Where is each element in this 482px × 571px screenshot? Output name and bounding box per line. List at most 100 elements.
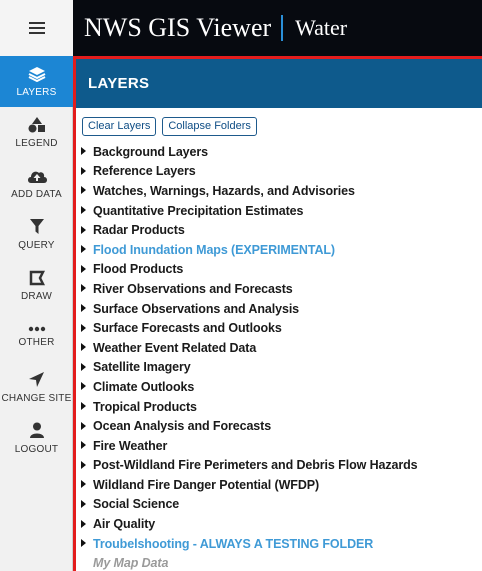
hamburger-icon — [28, 21, 45, 35]
layer-folder-label: Surface Forecasts and Outlooks — [93, 321, 282, 336]
layer-folder-label: Radar Products — [93, 223, 185, 238]
layer-folder[interactable]: Tropical Products — [81, 397, 481, 417]
more-dots-icon — [28, 326, 45, 331]
caret-right-icon — [81, 245, 86, 254]
layer-folder-label: Tropical Products — [93, 399, 197, 414]
layer-folder[interactable]: Post-Wildland Fire Perimeters and Debris… — [81, 456, 481, 476]
layer-folder-label: Wildland Fire Danger Potential (WFDP) — [93, 477, 320, 492]
caret-right-icon — [81, 480, 86, 489]
sidebar-item-change-site[interactable]: CHANGE SITE — [0, 362, 73, 413]
sidebar-item-label: DRAW — [21, 290, 52, 302]
caret-right-icon — [81, 441, 86, 450]
caret-right-icon — [81, 421, 86, 430]
layer-folder-label: Reference Layers — [93, 164, 196, 179]
sidebar-item-other[interactable]: OTHER — [0, 311, 73, 362]
caret-right-icon — [81, 402, 86, 411]
caret-right-icon — [81, 460, 86, 469]
sidebar-item-label: QUERY — [18, 240, 55, 251]
caret-right-icon — [81, 147, 86, 156]
layer-folder-label: Fire Weather — [93, 438, 168, 453]
layer-folder-label: Social Science — [93, 497, 180, 512]
caret-right-icon — [81, 186, 86, 195]
panel-actions: Clear Layers Collapse Folders — [82, 117, 257, 136]
sidebar-item-query[interactable]: QUERY — [0, 209, 73, 260]
layer-folder[interactable]: Ocean Analysis and Forecasts — [81, 416, 481, 436]
layer-folder-label: Background Layers — [93, 144, 209, 159]
layer-folder-label: Ocean Analysis and Forecasts — [93, 419, 272, 434]
layer-folder[interactable]: Wildland Fire Danger Potential (WFDP) — [81, 475, 481, 495]
caret-right-icon — [81, 264, 86, 273]
sidebar-item-label: LOGOUT — [14, 444, 59, 455]
layer-folder[interactable]: Air Quality — [81, 514, 481, 534]
caret-right-icon — [81, 343, 86, 352]
layer-folder[interactable]: Reference Layers — [81, 162, 481, 182]
layer-folder-label: Quantitative Precipitation Estimates — [93, 203, 304, 218]
sidebar-item-label: CHANGE SITE — [1, 393, 72, 404]
layer-folder-label: Surface Observations and Analysis — [93, 301, 300, 316]
layer-folder[interactable]: Weather Event Related Data — [81, 338, 481, 358]
layer-folder-label: Troubelshooting - ALWAYS A TESTING FOLDE… — [93, 536, 374, 551]
layers-icon — [28, 66, 45, 82]
layer-folder[interactable]: Flood Inundation Maps (EXPERIMENTAL) — [81, 240, 481, 260]
layer-folder[interactable]: Quantitative Precipitation Estimates — [81, 201, 481, 221]
collapse-folders-button[interactable]: Collapse Folders — [162, 117, 257, 136]
app-subtitle: Water — [295, 15, 348, 40]
caret-right-icon — [81, 304, 86, 313]
layer-folder[interactable]: Social Science — [81, 495, 481, 515]
layer-folder[interactable]: Surface Forecasts and Outlooks — [81, 318, 481, 338]
layers-panel: LAYERS Clear Layers Collapse Folders Bac… — [73, 56, 482, 571]
filter-icon — [29, 219, 44, 234]
caret-right-icon — [81, 519, 86, 528]
layer-folder-label: Watches, Warnings, Hazards, and Advisori… — [93, 183, 355, 198]
layer-folder[interactable]: Background Layers — [81, 142, 481, 162]
layer-folder-label: River Observations and Forecasts — [93, 281, 293, 296]
panel-title: LAYERS — [88, 75, 150, 92]
cloud-upload-icon — [27, 171, 47, 183]
layer-folder[interactable]: Satellite Imagery — [81, 358, 481, 378]
layer-folder[interactable]: Climate Outlooks — [81, 377, 481, 397]
layer-folder-label: Post-Wildland Fire Perimeters and Debris… — [93, 458, 418, 473]
layer-folder[interactable]: Flood Products — [81, 260, 481, 280]
sidebar: LAYERS LEGEND ADD DATA QUERY DRAW OTHER … — [0, 0, 73, 571]
my-map-data-item[interactable]: My Map Data — [81, 553, 481, 571]
user-icon — [29, 422, 44, 438]
sidebar-item-add-data[interactable]: ADD DATA — [0, 158, 73, 209]
layer-folder-label: Flood Inundation Maps (EXPERIMENTAL) — [93, 242, 335, 257]
sidebar-item-label: OTHER — [18, 336, 55, 348]
caret-right-icon — [81, 225, 86, 234]
caret-right-icon — [81, 362, 86, 371]
layer-folder[interactable]: Fire Weather — [81, 436, 481, 456]
clear-layers-button[interactable]: Clear Layers — [82, 117, 157, 136]
layer-folder[interactable]: Radar Products — [81, 220, 481, 240]
app-title: NWS GIS Viewer — [84, 13, 272, 42]
header-divider — [281, 15, 284, 41]
caret-right-icon — [81, 382, 86, 391]
sidebar-item-legend[interactable]: LEGEND — [0, 107, 73, 158]
caret-right-icon — [81, 206, 86, 215]
sidebar-item-logout[interactable]: LOGOUT — [0, 413, 73, 464]
menu-toggle-button[interactable] — [0, 0, 73, 56]
layer-folder-list: Background Layers Reference Layers Watch… — [81, 142, 481, 571]
layer-folder-label: Air Quality — [93, 517, 156, 532]
legend-icon — [28, 117, 45, 133]
caret-right-icon — [81, 499, 86, 508]
sidebar-item-layers[interactable]: LAYERS — [0, 56, 73, 107]
sidebar-item-label: ADD DATA — [11, 188, 62, 200]
caret-right-icon — [81, 284, 86, 293]
layer-folder[interactable]: Surface Observations and Analysis — [81, 299, 481, 319]
draw-icon — [29, 270, 45, 285]
layer-folder-label: Flood Products — [93, 262, 184, 277]
sidebar-item-label: LAYERS — [16, 86, 57, 98]
layer-folder-label: Weather Event Related Data — [93, 340, 257, 355]
layer-folder[interactable]: River Observations and Forecasts — [81, 279, 481, 299]
sidebar-item-label: LEGEND — [15, 138, 58, 149]
caret-right-icon — [81, 323, 86, 332]
sidebar-item-draw[interactable]: DRAW — [0, 260, 73, 311]
panel-header: LAYERS — [76, 59, 482, 108]
layer-folder-label: Satellite Imagery — [93, 360, 191, 375]
layer-folder[interactable]: Watches, Warnings, Hazards, and Advisori… — [81, 181, 481, 201]
layer-folder-label: Climate Outlooks — [93, 379, 195, 394]
caret-right-icon — [81, 166, 86, 175]
layer-folder[interactable]: Troubelshooting - ALWAYS A TESTING FOLDE… — [81, 534, 481, 554]
location-arrow-icon — [29, 372, 44, 387]
